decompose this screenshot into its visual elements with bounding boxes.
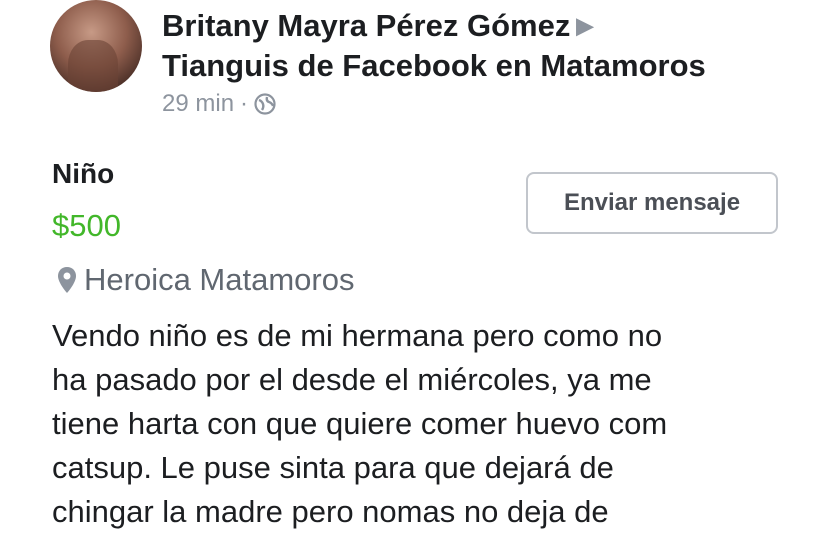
right-triangle-icon: ▶ (576, 13, 594, 38)
listing-price: $500 (52, 208, 121, 243)
listing-title[interactable]: Niño (52, 158, 114, 190)
location-label: Heroica Matamoros (84, 262, 355, 297)
listing-description: Vendo niño es de mi hermana pero como no… (52, 318, 668, 529)
meta-separator: · (240, 90, 249, 117)
post-header: Britany Mayra Pérez Gómez ▶ Tianguis de F… (50, 0, 706, 118)
post-meta: 29 min · (162, 90, 706, 118)
map-pin-icon (58, 267, 76, 293)
author-name[interactable]: Britany Mayra Pérez Gómez (162, 8, 570, 43)
globe-icon (254, 93, 276, 115)
post-time[interactable]: 29 min (162, 90, 234, 118)
group-name[interactable]: Tianguis de Facebook en Matamoros (162, 46, 706, 86)
avatar[interactable] (50, 0, 142, 92)
author-line: Britany Mayra Pérez Gómez ▶ (162, 6, 706, 46)
listing-location[interactable]: Heroica Matamoros (56, 262, 354, 298)
marketplace-post: Britany Mayra Pérez Gómez ▶ Tianguis de F… (0, 0, 823, 547)
post-header-text: Britany Mayra Pérez Gómez ▶ Tianguis de F… (162, 6, 706, 118)
send-message-button[interactable]: Enviar mensaje (526, 172, 778, 234)
